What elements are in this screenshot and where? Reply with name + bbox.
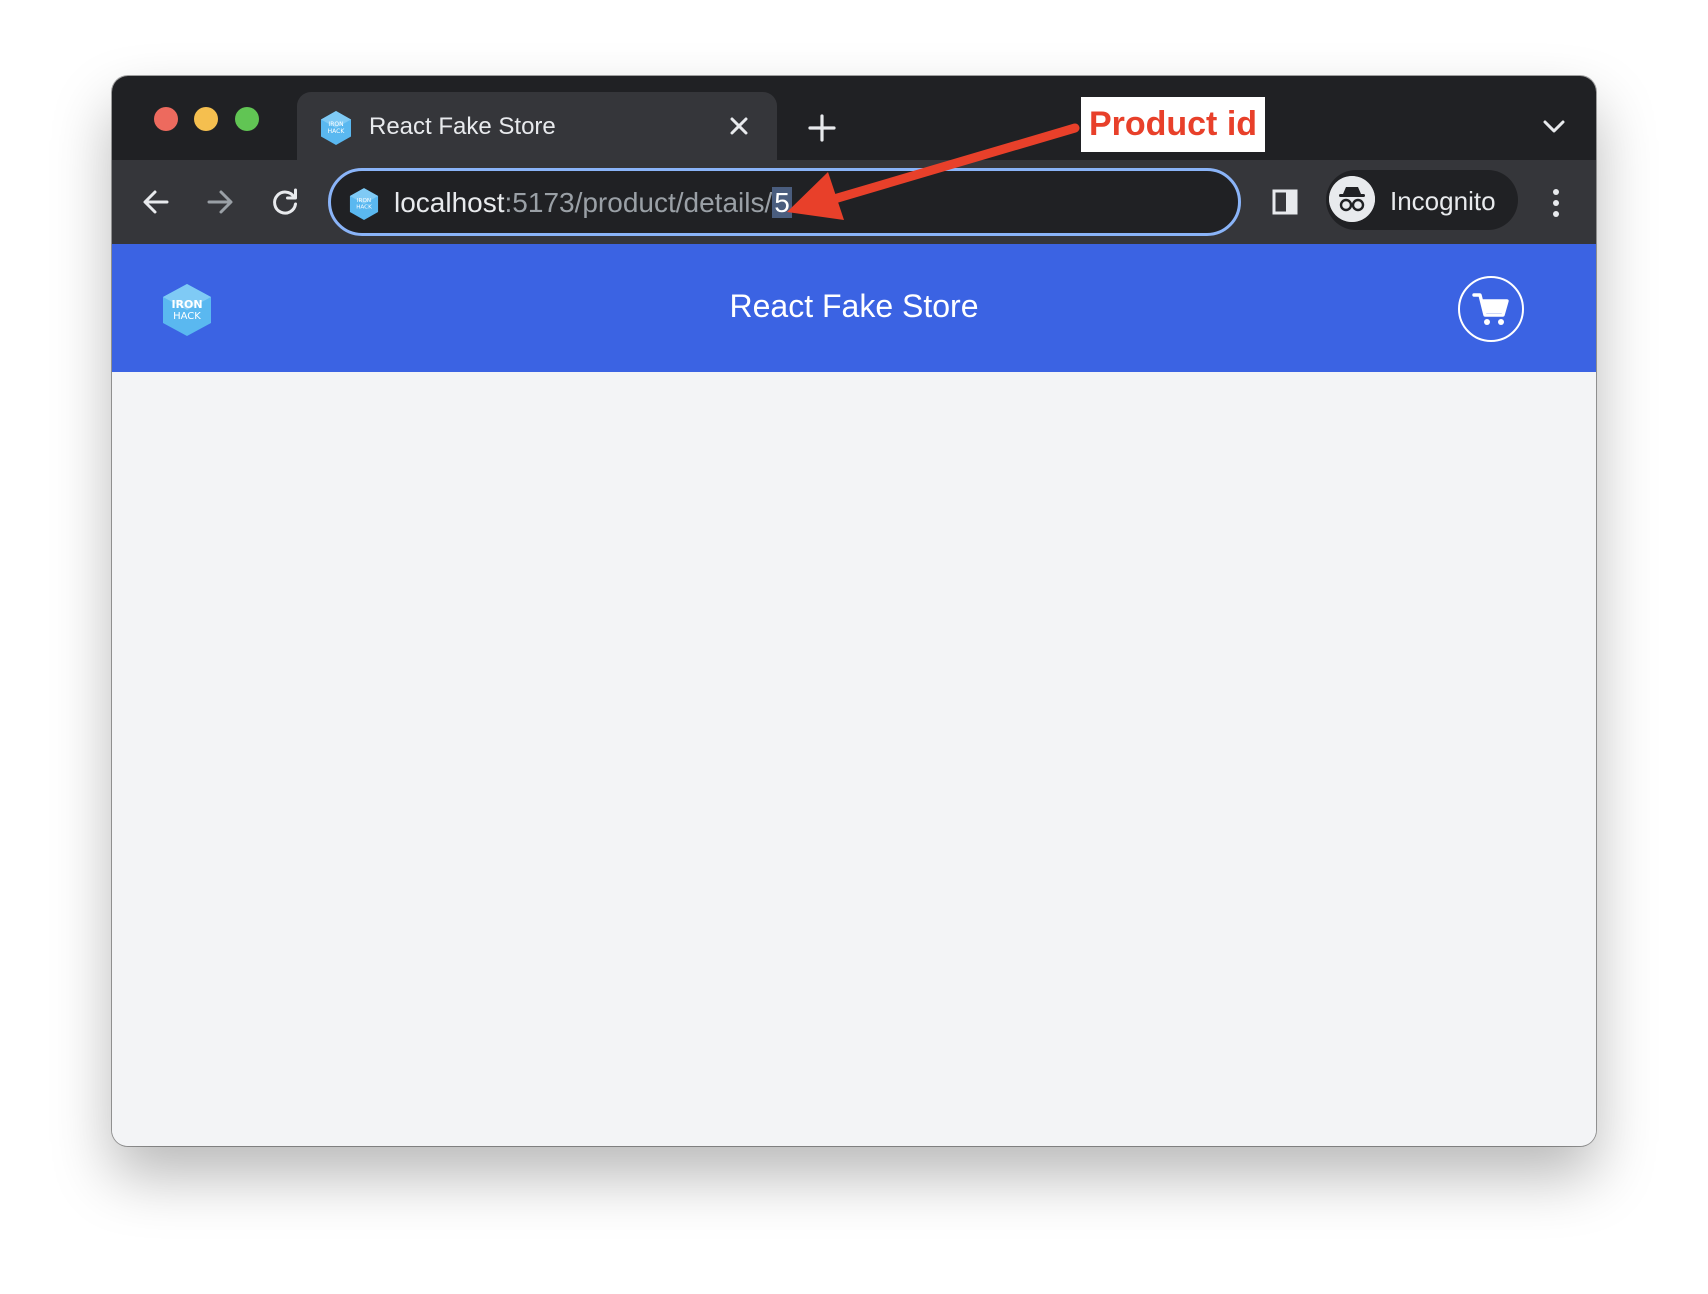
browser-window: IRON HACK React Fake Store IRON HACK loc… [112,76,1596,1146]
incognito-icon [1329,176,1375,222]
browser-tab[interactable]: IRON HACK React Fake Store [297,92,777,160]
svg-text:HACK: HACK [328,128,346,135]
ironhack-hexagon-icon: IRON HACK [349,188,379,220]
close-icon[interactable] [727,114,751,138]
minimize-window-button[interactable] [194,107,218,131]
incognito-profile-button[interactable]: Incognito [1326,170,1518,230]
chevron-down-icon[interactable] [1541,116,1567,136]
browser-toolbar: IRON HACK localhost:5173/product/details… [112,160,1596,244]
app-header: IRON HACK React Fake Store [112,244,1596,372]
arrow-left-icon[interactable] [140,186,172,218]
tab-strip: IRON HACK React Fake Store [112,76,1596,160]
page-title: React Fake Store [729,288,979,324]
svg-text:IRON: IRON [357,198,371,204]
url-selected-id: 5 [772,187,792,218]
cart-button[interactable] [1458,276,1524,342]
plus-icon[interactable] [806,112,838,144]
url-text[interactable]: localhost:5173/product/details/5 [394,187,792,219]
url-path: :5173/product/details/ [504,187,773,218]
close-window-button[interactable] [154,107,178,131]
url-host: localhost [394,187,505,218]
tab-title: React Fake Store [369,113,556,140]
svg-text:IRON: IRON [328,121,343,128]
page-content [112,372,1596,1146]
reload-icon[interactable] [269,186,301,218]
svg-text:HACK: HACK [356,205,372,211]
side-panel-icon[interactable] [1271,188,1299,216]
arrow-right-icon[interactable] [204,186,236,218]
address-bar[interactable]: IRON HACK localhost:5173/product/details… [328,168,1241,236]
vertical-dots-icon[interactable] [1551,188,1561,218]
product-id-annotation: Product id [1081,97,1265,152]
maximize-window-button[interactable] [235,107,259,131]
incognito-label: Incognito [1390,186,1496,216]
ironhack-hexagon-icon: IRON HACK [321,111,351,145]
shopping-cart-icon [1472,293,1509,325]
